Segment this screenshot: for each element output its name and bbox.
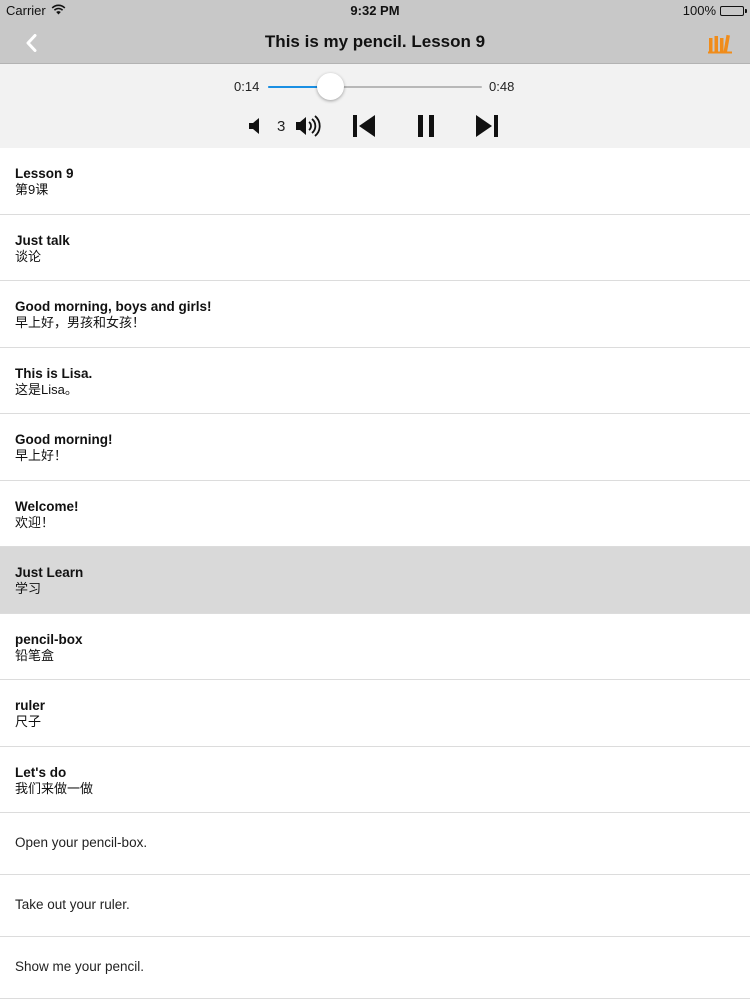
slider-thumb[interactable] <box>317 73 345 100</box>
item-translation: 这是Lisa。 <box>15 381 78 397</box>
lesson-list: Lesson 9 第9课 Just talk 谈论 Good morning, … <box>0 148 750 1000</box>
item-translation: 我们来做一做 <box>15 780 94 796</box>
battery-percent: 100% <box>682 3 716 18</box>
skip-forward-icon <box>476 115 498 137</box>
pause-icon <box>418 115 434 137</box>
item-translation: 学习 <box>15 581 42 596</box>
item-translation: 早上好！ <box>15 448 68 463</box>
library-icon <box>708 34 732 54</box>
list-item[interactable]: Take out your ruler. <box>0 875 750 937</box>
navigation-bar: This is my pencil. Lesson 9 <box>0 22 750 64</box>
item-translation: 欢迎！ <box>15 514 55 530</box>
list-item[interactable]: Good morning, boys and girls! 早上好，男孩和女孩！ <box>0 281 750 348</box>
volume-value: 3 <box>277 118 286 135</box>
list-item-selected[interactable]: Just Learn 学习 <box>0 547 750 614</box>
item-translation: 早上好，男孩和女孩！ <box>15 315 146 330</box>
status-time: 9:32 PM <box>350 3 400 18</box>
audio-player: 0:14 0:48 3 <box>0 64 750 148</box>
list-item[interactable]: Good morning! 早上好！ <box>0 414 750 481</box>
status-bar: Carrier 9:32 PM 100% <box>0 0 750 22</box>
page-title: This is my pencil. Lesson 9 <box>264 32 486 51</box>
list-item[interactable]: ruler 尺子 <box>0 680 750 747</box>
speaker-low-icon <box>249 118 259 134</box>
item-title: Just Learn <box>15 565 84 580</box>
playback-controls: 3 <box>0 110 750 142</box>
volume-down-button[interactable] <box>247 116 265 136</box>
skip-back-icon <box>353 115 375 137</box>
next-track-button[interactable] <box>474 113 500 139</box>
duration-time: 0:48 <box>489 79 515 94</box>
item-translation: 谈论 <box>15 248 42 264</box>
speaker-high-icon <box>296 115 321 137</box>
battery-icon <box>720 5 747 16</box>
item-title: Lesson 9 <box>15 166 74 181</box>
list-item[interactable]: Welcome! 欢迎！ <box>0 481 750 547</box>
item-text: Take out your ruler. <box>15 897 130 912</box>
list-item[interactable]: This is Lisa. 这是Lisa。 <box>0 348 750 414</box>
progress-slider[interactable] <box>268 73 482 100</box>
item-translation: 第9课 <box>15 182 49 197</box>
item-title: Good morning, boys and girls! <box>15 299 212 314</box>
pause-button[interactable] <box>415 113 437 139</box>
library-button[interactable] <box>708 32 732 56</box>
elapsed-time: 0:14 <box>234 79 260 94</box>
previous-track-button[interactable] <box>351 113 377 139</box>
list-item[interactable]: pencil-box 铅笔盒 <box>0 614 750 680</box>
list-item[interactable]: Lesson 9 第9课 <box>0 148 750 215</box>
item-title: pencil-box <box>15 631 83 647</box>
list-item[interactable]: Let's do 我们来做一做 <box>0 747 750 813</box>
list-item[interactable]: Show me your pencil. <box>0 937 750 999</box>
list-item[interactable]: Open your pencil-box. <box>0 813 750 875</box>
item-title: Welcome! <box>15 498 79 514</box>
item-text: Show me your pencil. <box>15 959 145 974</box>
item-title: Let's do <box>15 764 67 780</box>
item-text: Open your pencil-box. <box>15 835 148 850</box>
volume-up-button[interactable] <box>295 113 325 139</box>
item-title: Just talk <box>15 232 70 248</box>
item-translation: 铅笔盒 <box>15 647 55 663</box>
item-title: ruler <box>15 698 46 713</box>
item-title: Good morning! <box>15 432 113 447</box>
item-translation: 尺子 <box>15 714 42 729</box>
status-right: 100% <box>682 3 747 18</box>
item-title: This is Lisa. <box>15 365 93 381</box>
list-item[interactable]: Just talk 谈论 <box>0 215 750 281</box>
